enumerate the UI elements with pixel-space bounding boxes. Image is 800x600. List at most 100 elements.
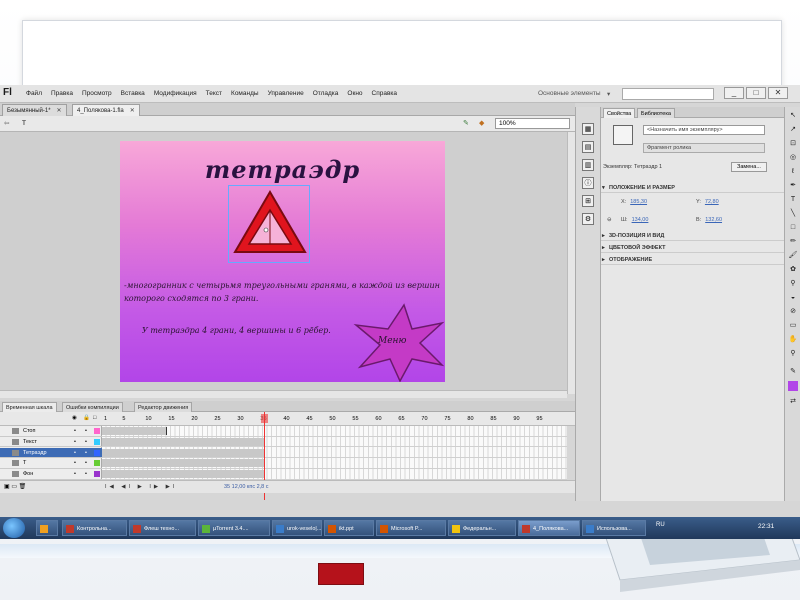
minimize-button[interactable]: _ [724, 87, 744, 99]
symbol-type-select[interactable]: Фрагмент ролика [643, 143, 765, 153]
menu-item-10[interactable]: Справка [372, 90, 398, 97]
frame-grid[interactable] [102, 426, 567, 480]
pen-icon[interactable]: ✒ [788, 181, 798, 191]
swatches-icon[interactable]: ▤ [582, 141, 594, 153]
outline-icon[interactable]: □ [93, 415, 96, 421]
deco-icon[interactable]: ✿ [788, 265, 798, 275]
layer-row[interactable]: Стоп • • [0, 426, 102, 437]
visibility-dot-icon[interactable]: • [74, 469, 76, 479]
taskbar-item[interactable]: Контрольна... [62, 520, 127, 536]
frame-row[interactable] [102, 426, 567, 437]
brush-icon[interactable]: 🖌 [788, 251, 798, 261]
taskbar-item[interactable]: Использова... [582, 520, 646, 536]
frame-span[interactable] [102, 448, 265, 457]
start-button[interactable] [3, 518, 25, 538]
scene-name[interactable]: T [22, 120, 26, 127]
lock-dot-icon[interactable]: • [85, 448, 87, 458]
frame-span[interactable] [102, 459, 265, 468]
bone-icon[interactable]: ⚲ [788, 279, 798, 289]
swap-colors-icon[interactable]: ⇄ [788, 397, 798, 407]
transform-icon[interactable]: ⊞ [582, 195, 594, 207]
horizontal-scrollbar[interactable] [0, 390, 567, 398]
paint-bucket-icon[interactable]: ◒ [788, 293, 798, 303]
menu-item-1[interactable]: Правка [51, 90, 73, 97]
tetrahedron-symbol[interactable] [228, 185, 310, 263]
lock-dot-icon[interactable]: • [85, 469, 87, 479]
selection-tool-icon[interactable]: ↖ [788, 111, 798, 121]
frame-row[interactable] [102, 469, 567, 480]
rectangle-tool-icon[interactable]: □ [788, 223, 798, 233]
taskbar-item[interactable]: 4_Полякова... [518, 520, 580, 536]
menu-item-6[interactable]: Команды [231, 90, 259, 97]
lasso-icon[interactable]: ℓ [788, 167, 798, 177]
chevron-down-icon[interactable]: ▾ [607, 90, 610, 98]
layer-row[interactable]: Фон • • [0, 469, 102, 480]
clock[interactable]: 22:31 [758, 523, 774, 530]
taskbar-item[interactable]: Флеш техно... [129, 520, 196, 536]
color-panel-icon[interactable]: ▦ [582, 123, 594, 135]
edit-scene-icon[interactable]: ◆ [479, 119, 484, 127]
h-value[interactable]: 132,60 [705, 217, 722, 223]
menu-item-5[interactable]: Текст [206, 90, 222, 97]
free-transform-icon[interactable]: ⊡ [788, 139, 798, 149]
new-layer-icon[interactable]: ▣ ▭ 🗑 [4, 483, 26, 490]
lock-ratio-icon[interactable]: ⊖ [607, 217, 612, 223]
help-search-input[interactable] [622, 88, 714, 100]
layer-color-swatch[interactable] [94, 438, 100, 445]
pencil-icon[interactable]: ✏ [788, 237, 798, 247]
stroke-color-icon[interactable]: ✎ [788, 367, 798, 377]
menu-item-3[interactable]: Вставка [121, 90, 145, 97]
section-color-effect[interactable]: ▸ ЦВЕТОВОЙ ЭФФЕКТ [601, 243, 785, 253]
frame-row[interactable] [102, 458, 567, 469]
fill-color-swatch[interactable] [788, 381, 798, 391]
menu-item-7[interactable]: Управление [268, 90, 304, 97]
tab-polyakova[interactable]: 4_Полякова-1.fla ✕ [72, 104, 140, 116]
tab-motion-editor[interactable]: Редактор движения [134, 402, 193, 412]
visibility-dot-icon[interactable]: • [74, 458, 76, 468]
close-icon[interactable]: ✕ [130, 108, 135, 114]
taskbar-item[interactable]: urok-veselo|... [272, 520, 322, 536]
layer-color-swatch[interactable] [94, 428, 100, 434]
line-tool-icon[interactable]: ╲ [788, 209, 798, 219]
section-position-size[interactable]: ▾ ПОЛОЖЕНИЕ И РАЗМЕР [601, 183, 785, 193]
close-icon[interactable]: ✕ [57, 108, 62, 114]
tab-library[interactable]: Библиотека [637, 108, 675, 118]
tab-compiler-errors[interactable]: Ошибки компиляции [62, 402, 123, 412]
taskbar-item[interactable]: ikt.ppt [324, 520, 374, 536]
language-indicator[interactable]: RU [656, 522, 665, 528]
frame-row[interactable] [102, 437, 567, 448]
lock-dot-icon[interactable]: • [85, 458, 87, 468]
layer-row[interactable]: T • • [0, 458, 102, 469]
zoom-select[interactable]: 100% [495, 118, 570, 129]
section-display[interactable]: ▸ ОТОБРАЖЕНИЕ [601, 255, 785, 265]
back-arrow-icon[interactable]: ⇦ [4, 119, 9, 127]
lock-dot-icon[interactable]: • [85, 437, 87, 447]
tab-untitled[interactable]: Безымянный-1* ✕ [2, 104, 67, 116]
vertical-scrollbar[interactable] [567, 132, 575, 394]
w-value[interactable]: 134,00 [632, 217, 649, 223]
layer-color-swatch[interactable] [94, 449, 100, 456]
3d-rotation-icon[interactable]: ◎ [788, 153, 798, 163]
layer-row[interactable]: Тетраэдр • • [0, 447, 102, 459]
text-tool-icon[interactable]: T [788, 195, 798, 205]
frame-span[interactable] [102, 437, 265, 446]
visibility-dot-icon[interactable]: • [74, 448, 76, 458]
taskbar-item[interactable]: Федеральн... [448, 520, 516, 536]
menu-item-4[interactable]: Модификация [154, 90, 197, 97]
quicklaunch-item[interactable] [36, 520, 58, 536]
tab-timeline[interactable]: Временная шкала [2, 402, 57, 412]
lock-icon[interactable]: 🔒 [83, 415, 90, 421]
timeline-ruler[interactable]: ◉ 🔒 □ 1510152025303540455055606570758085… [0, 412, 575, 426]
eyedropper-icon[interactable]: ⊘ [788, 307, 798, 317]
eye-icon[interactable]: ◉ [72, 415, 77, 421]
align-icon[interactable]: ▥ [582, 159, 594, 171]
eraser-icon[interactable]: ▭ [788, 321, 798, 331]
layer-row[interactable]: Текст • • [0, 437, 102, 448]
menu-item-8[interactable]: Отладка [313, 90, 339, 97]
hand-icon[interactable]: ✋ [788, 335, 798, 345]
subselection-tool-icon[interactable]: ↗ [788, 125, 798, 135]
frame-row[interactable] [102, 448, 567, 459]
close-button[interactable]: ✕ [768, 87, 788, 99]
layer-color-swatch[interactable] [94, 471, 100, 478]
visibility-dot-icon[interactable]: • [74, 437, 76, 447]
